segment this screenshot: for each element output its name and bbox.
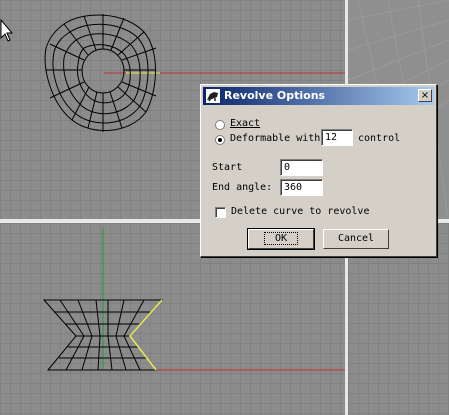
deformable-label: Deformable with: [230, 133, 321, 144]
end-angle-input[interactable]: 360: [280, 179, 323, 196]
revolve-options-dialog: Revolve Options × Exact Deformable with …: [200, 84, 437, 257]
ok-button-label: OK: [263, 232, 299, 245]
start-angle-input[interactable]: 0: [280, 159, 323, 176]
delete-curve-checkbox[interactable]: [215, 207, 226, 218]
dialog-titlebar[interactable]: Revolve Options ×: [203, 87, 434, 105]
exact-label: Exact: [230, 118, 261, 129]
dialog-title: Revolve Options: [224, 89, 326, 102]
deformable-radio[interactable]: [215, 135, 225, 145]
arrow-cursor-icon: [0, 18, 14, 42]
cancel-button[interactable]: Cancel: [323, 229, 389, 249]
close-button[interactable]: ×: [418, 89, 432, 102]
ok-button[interactable]: OK: [247, 228, 315, 250]
rhino-icon: [206, 89, 220, 103]
end-angle-label: End angle:: [212, 182, 273, 193]
start-label: Start: [212, 162, 243, 173]
delete-curve-label: Delete curve to revolve: [231, 206, 370, 217]
control-points-input[interactable]: 12: [321, 129, 353, 146]
exact-radio[interactable]: [215, 120, 225, 130]
control-label: control: [358, 133, 401, 144]
